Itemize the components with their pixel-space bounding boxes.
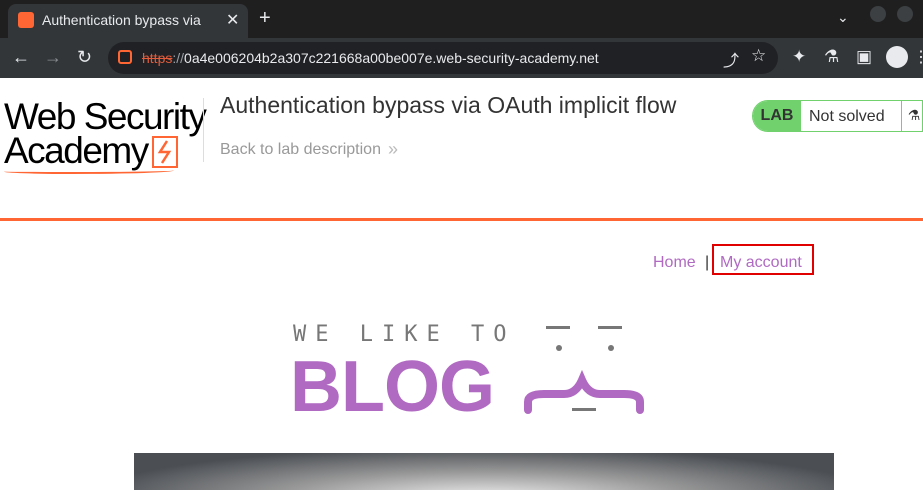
header-orange-rule: [0, 218, 923, 221]
window-maximize-button[interactable]: [897, 6, 913, 22]
browser-tab[interactable]: Authentication bypass via ✕: [8, 4, 248, 38]
url-scheme: https: [142, 50, 173, 66]
back-arrow-icon[interactable]: ←: [12, 47, 30, 68]
blog-logo-wordmark: BLOG: [290, 347, 495, 427]
nav-home-link[interactable]: Home: [653, 254, 696, 272]
tab-title: Authentication bypass via: [42, 12, 201, 28]
nav-my-account-link-highlight[interactable]: My account: [712, 244, 814, 275]
browser-tab-bar: Authentication bypass via ✕ + ⌄: [0, 0, 923, 38]
flask-icon: ⚗: [901, 101, 922, 131]
url-host: 0a4e006204b2a307c221668a00be007e.web-sec…: [184, 50, 599, 66]
lab-title: Authentication bypass via OAuth implicit…: [220, 92, 677, 118]
share-icon[interactable]: ⤴: [723, 47, 739, 71]
profile-icon[interactable]: [886, 46, 908, 68]
url-text[interactable]: https://0a4e006204b2a307c221668a00be007e…: [142, 50, 599, 66]
tab-search-chevron-icon[interactable]: ⌄: [837, 9, 849, 26]
tab-favicon-icon: [18, 12, 34, 28]
browser-toolbar: ← → ↻ https://0a4e006204b2a307c221668a00…: [0, 38, 923, 78]
labs-flask-icon[interactable]: ⚗: [824, 47, 839, 67]
logo-line-2: Academy: [4, 130, 149, 171]
blog-hero-image: [134, 453, 834, 490]
back-to-lab-description-link[interactable]: Back to lab description: [220, 141, 381, 159]
extensions-icon[interactable]: ✦: [792, 47, 806, 67]
tab-close-icon[interactable]: ✕: [226, 10, 239, 30]
star-icon[interactable]: ☆: [751, 46, 766, 66]
sidebar-icon[interactable]: ▣: [856, 47, 872, 67]
window-minimize-button[interactable]: [870, 6, 886, 22]
logo-swoosh: [4, 168, 174, 174]
lab-status-widget: LAB Not solved ⚗: [752, 100, 923, 132]
new-tab-button[interactable]: +: [259, 7, 271, 30]
url-separator: ://: [172, 50, 185, 66]
reload-icon[interactable]: ↻: [77, 47, 92, 68]
forward-arrow-icon[interactable]: →: [44, 47, 62, 68]
nav-my-account-link[interactable]: My account: [720, 254, 802, 272]
menu-kebab-icon[interactable]: ⋮: [913, 47, 923, 67]
header-divider: [203, 98, 204, 162]
double-chevron-right-icon: »: [388, 139, 399, 159]
web-security-academy-logo[interactable]: Web Security Academy: [4, 96, 207, 176]
address-bar[interactable]: https://0a4e006204b2a307c221668a00be007e…: [108, 42, 778, 74]
nav-separator: |: [705, 254, 710, 271]
lab-header: Web Security Academy Authentication bypa…: [0, 78, 923, 218]
lab-status-text: Not solved: [809, 108, 885, 125]
lab-status-badge: LAB: [753, 101, 801, 131]
site-favicon-icon: [118, 50, 132, 64]
blog-logo-tagline: WE LIKE TO: [293, 322, 516, 347]
logo-bolt-icon: [152, 136, 178, 168]
blog-logo-face-icon: [524, 326, 644, 414]
